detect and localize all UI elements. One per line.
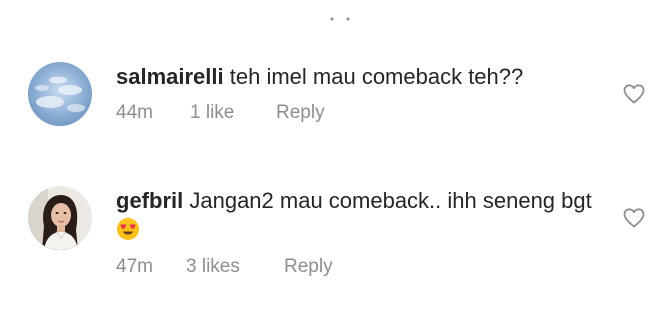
comment-meta: 47m 3 likes Reply	[116, 256, 616, 278]
comment-text: salmairelli teh imel mau comeback teh??	[116, 62, 616, 92]
reply-button[interactable]: Reply	[284, 256, 333, 278]
reply-button[interactable]: Reply	[276, 102, 325, 124]
comment-meta: 44m 1 like Reply	[116, 102, 616, 124]
comment-body: Jangan2 mau comeback.. ihh seneng bgt	[189, 188, 592, 213]
avatar[interactable]	[28, 62, 92, 126]
heart-icon[interactable]	[622, 206, 646, 230]
comment-body: teh imel mau comeback teh??	[229, 64, 524, 89]
like-count[interactable]: 1 like	[190, 102, 276, 124]
username[interactable]: gefbril	[116, 188, 183, 213]
avatar[interactable]	[28, 186, 92, 250]
comment-time: 47m	[116, 256, 153, 277]
username[interactable]: salmairelli	[116, 64, 224, 89]
more-dots-icon	[330, 17, 350, 21]
heart-icon[interactable]	[622, 82, 646, 106]
comment-time: 44m	[116, 102, 153, 123]
comment-text: gefbril Jangan2 mau comeback.. ihh senen…	[116, 186, 616, 246]
like-count[interactable]: 3 likes	[186, 256, 284, 278]
heart-eyes-emoji-icon	[117, 218, 139, 240]
